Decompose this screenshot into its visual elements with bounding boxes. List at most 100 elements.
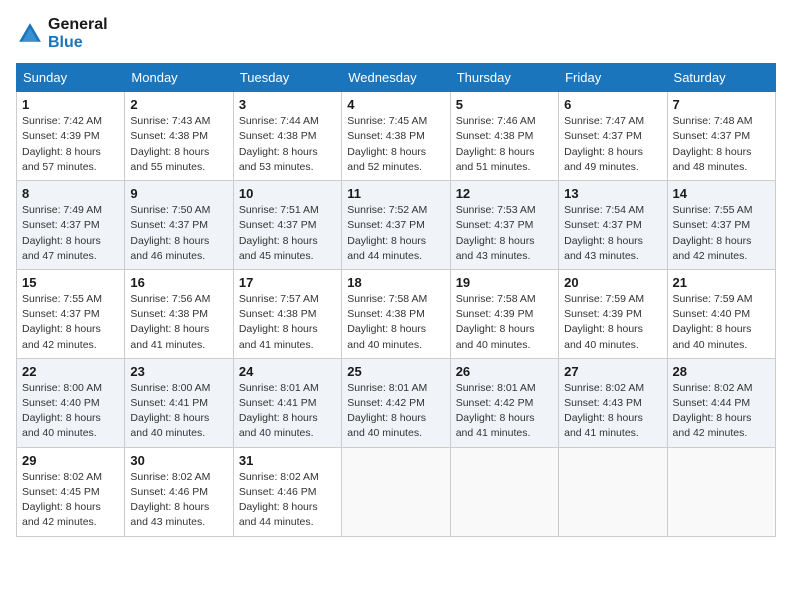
day-cell: 26 Sunrise: 8:01 AMSunset: 4:42 PMDayligh…: [450, 358, 558, 447]
day-number: 17: [239, 275, 336, 290]
day-number: 16: [130, 275, 227, 290]
logo-text: General Blue: [48, 16, 108, 51]
day-number: 20: [564, 275, 661, 290]
day-info: Sunrise: 8:01 AMSunset: 4:42 PMDaylight:…: [456, 382, 536, 440]
day-cell: 20Sunrise: 7:59 AMSunset: 4:39 PMDayligh…: [559, 269, 667, 358]
day-cell: 9 Sunrise: 7:50 AMSunset: 4:37 PMDaylight…: [125, 181, 233, 270]
day-info: Sunrise: 7:51 AMSunset: 4:37 PMDaylight:…: [239, 204, 319, 262]
day-cell: 10 Sunrise: 7:51 AMSunset: 4:37 PMDayligh…: [233, 181, 341, 270]
day-number: 21: [673, 275, 770, 290]
day-number: 9: [130, 186, 227, 201]
day-info: Sunrise: 8:01 AMSunset: 4:42 PMDaylight:…: [347, 382, 427, 440]
day-number: 1: [22, 97, 119, 112]
week-row-4: 22 Sunrise: 8:00 AMSunset: 4:40 PMDayligh…: [17, 358, 776, 447]
day-number: 29: [22, 453, 119, 468]
day-number: 6: [564, 97, 661, 112]
day-info: Sunrise: 7:48 AMSunset: 4:37 PMDaylight:…: [673, 115, 753, 173]
day-cell: 24 Sunrise: 8:01 AMSunset: 4:41 PMDayligh…: [233, 358, 341, 447]
day-cell: 6 Sunrise: 7:47 AMSunset: 4:37 PMDaylight…: [559, 92, 667, 181]
day-cell: 30Sunrise: 8:02 AMSunset: 4:46 PMDayligh…: [125, 447, 233, 536]
day-number: 14: [673, 186, 770, 201]
day-info: Sunrise: 8:02 AMSunset: 4:43 PMDaylight:…: [564, 382, 644, 440]
day-number: 30: [130, 453, 227, 468]
day-cell: 19Sunrise: 7:58 AMSunset: 4:39 PMDayligh…: [450, 269, 558, 358]
day-cell: 11 Sunrise: 7:52 AMSunset: 4:37 PMDayligh…: [342, 181, 450, 270]
day-number: 26: [456, 364, 553, 379]
day-number: 31: [239, 453, 336, 468]
day-cell: [559, 447, 667, 536]
day-number: 25: [347, 364, 444, 379]
day-info: Sunrise: 7:44 AMSunset: 4:38 PMDaylight:…: [239, 115, 319, 173]
day-info: Sunrise: 7:52 AMSunset: 4:37 PMDaylight:…: [347, 204, 427, 262]
weekday-header-thursday: Thursday: [450, 64, 558, 92]
day-number: 11: [347, 186, 444, 201]
day-number: 28: [673, 364, 770, 379]
day-info: Sunrise: 8:00 AMSunset: 4:40 PMDaylight:…: [22, 382, 102, 440]
day-number: 18: [347, 275, 444, 290]
day-number: 10: [239, 186, 336, 201]
weekday-header-monday: Monday: [125, 64, 233, 92]
day-info: Sunrise: 7:53 AMSunset: 4:37 PMDaylight:…: [456, 204, 536, 262]
logo: General Blue: [16, 16, 108, 51]
week-row-3: 15Sunrise: 7:55 AMSunset: 4:37 PMDayligh…: [17, 269, 776, 358]
day-number: 24: [239, 364, 336, 379]
day-info: Sunrise: 7:47 AMSunset: 4:37 PMDaylight:…: [564, 115, 644, 173]
day-number: 22: [22, 364, 119, 379]
day-info: Sunrise: 7:58 AMSunset: 4:38 PMDaylight:…: [347, 293, 427, 351]
day-cell: 22 Sunrise: 8:00 AMSunset: 4:40 PMDayligh…: [17, 358, 125, 447]
day-info: Sunrise: 8:00 AMSunset: 4:41 PMDaylight:…: [130, 382, 210, 440]
day-info: Sunrise: 7:55 AMSunset: 4:37 PMDaylight:…: [22, 293, 102, 351]
day-number: 23: [130, 364, 227, 379]
day-cell: [342, 447, 450, 536]
day-info: Sunrise: 7:54 AMSunset: 4:37 PMDaylight:…: [564, 204, 644, 262]
day-info: Sunrise: 7:56 AMSunset: 4:38 PMDaylight:…: [130, 293, 210, 351]
week-row-2: 8 Sunrise: 7:49 AMSunset: 4:37 PMDaylight…: [17, 181, 776, 270]
calendar-table: SundayMondayTuesdayWednesdayThursdayFrid…: [16, 63, 776, 536]
weekday-header-wednesday: Wednesday: [342, 64, 450, 92]
day-info: Sunrise: 7:42 AMSunset: 4:39 PMDaylight:…: [22, 115, 102, 173]
weekday-header-row: SundayMondayTuesdayWednesdayThursdayFrid…: [17, 64, 776, 92]
day-cell: 4 Sunrise: 7:45 AMSunset: 4:38 PMDaylight…: [342, 92, 450, 181]
day-info: Sunrise: 7:59 AMSunset: 4:40 PMDaylight:…: [673, 293, 753, 351]
day-number: 5: [456, 97, 553, 112]
day-cell: 12 Sunrise: 7:53 AMSunset: 4:37 PMDayligh…: [450, 181, 558, 270]
day-cell: 18 Sunrise: 7:58 AMSunset: 4:38 PMDayligh…: [342, 269, 450, 358]
week-row-5: 29 Sunrise: 8:02 AMSunset: 4:45 PMDayligh…: [17, 447, 776, 536]
day-info: Sunrise: 8:02 AMSunset: 4:44 PMDaylight:…: [673, 382, 753, 440]
day-cell: 21 Sunrise: 7:59 AMSunset: 4:40 PMDayligh…: [667, 269, 775, 358]
day-number: 12: [456, 186, 553, 201]
day-cell: 7 Sunrise: 7:48 AMSunset: 4:37 PMDaylight…: [667, 92, 775, 181]
day-info: Sunrise: 7:45 AMSunset: 4:38 PMDaylight:…: [347, 115, 427, 173]
day-number: 13: [564, 186, 661, 201]
day-cell: [667, 447, 775, 536]
day-cell: 2Sunrise: 7:43 AMSunset: 4:38 PMDaylight…: [125, 92, 233, 181]
day-info: Sunrise: 8:02 AMSunset: 4:46 PMDaylight:…: [239, 471, 319, 529]
day-cell: 16 Sunrise: 7:56 AMSunset: 4:38 PMDayligh…: [125, 269, 233, 358]
day-cell: 28 Sunrise: 8:02 AMSunset: 4:44 PMDayligh…: [667, 358, 775, 447]
day-cell: 15Sunrise: 7:55 AMSunset: 4:37 PMDayligh…: [17, 269, 125, 358]
day-number: 4: [347, 97, 444, 112]
day-info: Sunrise: 7:43 AMSunset: 4:38 PMDaylight:…: [130, 115, 210, 173]
day-cell: 23 Sunrise: 8:00 AMSunset: 4:41 PMDayligh…: [125, 358, 233, 447]
logo-icon: [16, 20, 44, 48]
day-cell: [450, 447, 558, 536]
day-info: Sunrise: 8:02 AMSunset: 4:45 PMDaylight:…: [22, 471, 102, 529]
weekday-header-tuesday: Tuesday: [233, 64, 341, 92]
day-info: Sunrise: 7:49 AMSunset: 4:37 PMDaylight:…: [22, 204, 102, 262]
day-number: 7: [673, 97, 770, 112]
day-number: 8: [22, 186, 119, 201]
day-cell: 3 Sunrise: 7:44 AMSunset: 4:38 PMDaylight…: [233, 92, 341, 181]
day-cell: 1 Sunrise: 7:42 AMSunset: 4:39 PMDaylight…: [17, 92, 125, 181]
day-cell: 29 Sunrise: 8:02 AMSunset: 4:45 PMDayligh…: [17, 447, 125, 536]
page-header: General Blue: [16, 16, 776, 51]
weekday-header-sunday: Sunday: [17, 64, 125, 92]
day-number: 3: [239, 97, 336, 112]
day-info: Sunrise: 7:58 AMSunset: 4:39 PMDaylight:…: [456, 293, 536, 351]
weekday-header-friday: Friday: [559, 64, 667, 92]
day-cell: 31 Sunrise: 8:02 AMSunset: 4:46 PMDayligh…: [233, 447, 341, 536]
day-cell: 13 Sunrise: 7:54 AMSunset: 4:37 PMDayligh…: [559, 181, 667, 270]
day-info: Sunrise: 8:01 AMSunset: 4:41 PMDaylight:…: [239, 382, 319, 440]
day-info: Sunrise: 7:50 AMSunset: 4:37 PMDaylight:…: [130, 204, 210, 262]
day-number: 27: [564, 364, 661, 379]
day-cell: 27 Sunrise: 8:02 AMSunset: 4:43 PMDayligh…: [559, 358, 667, 447]
